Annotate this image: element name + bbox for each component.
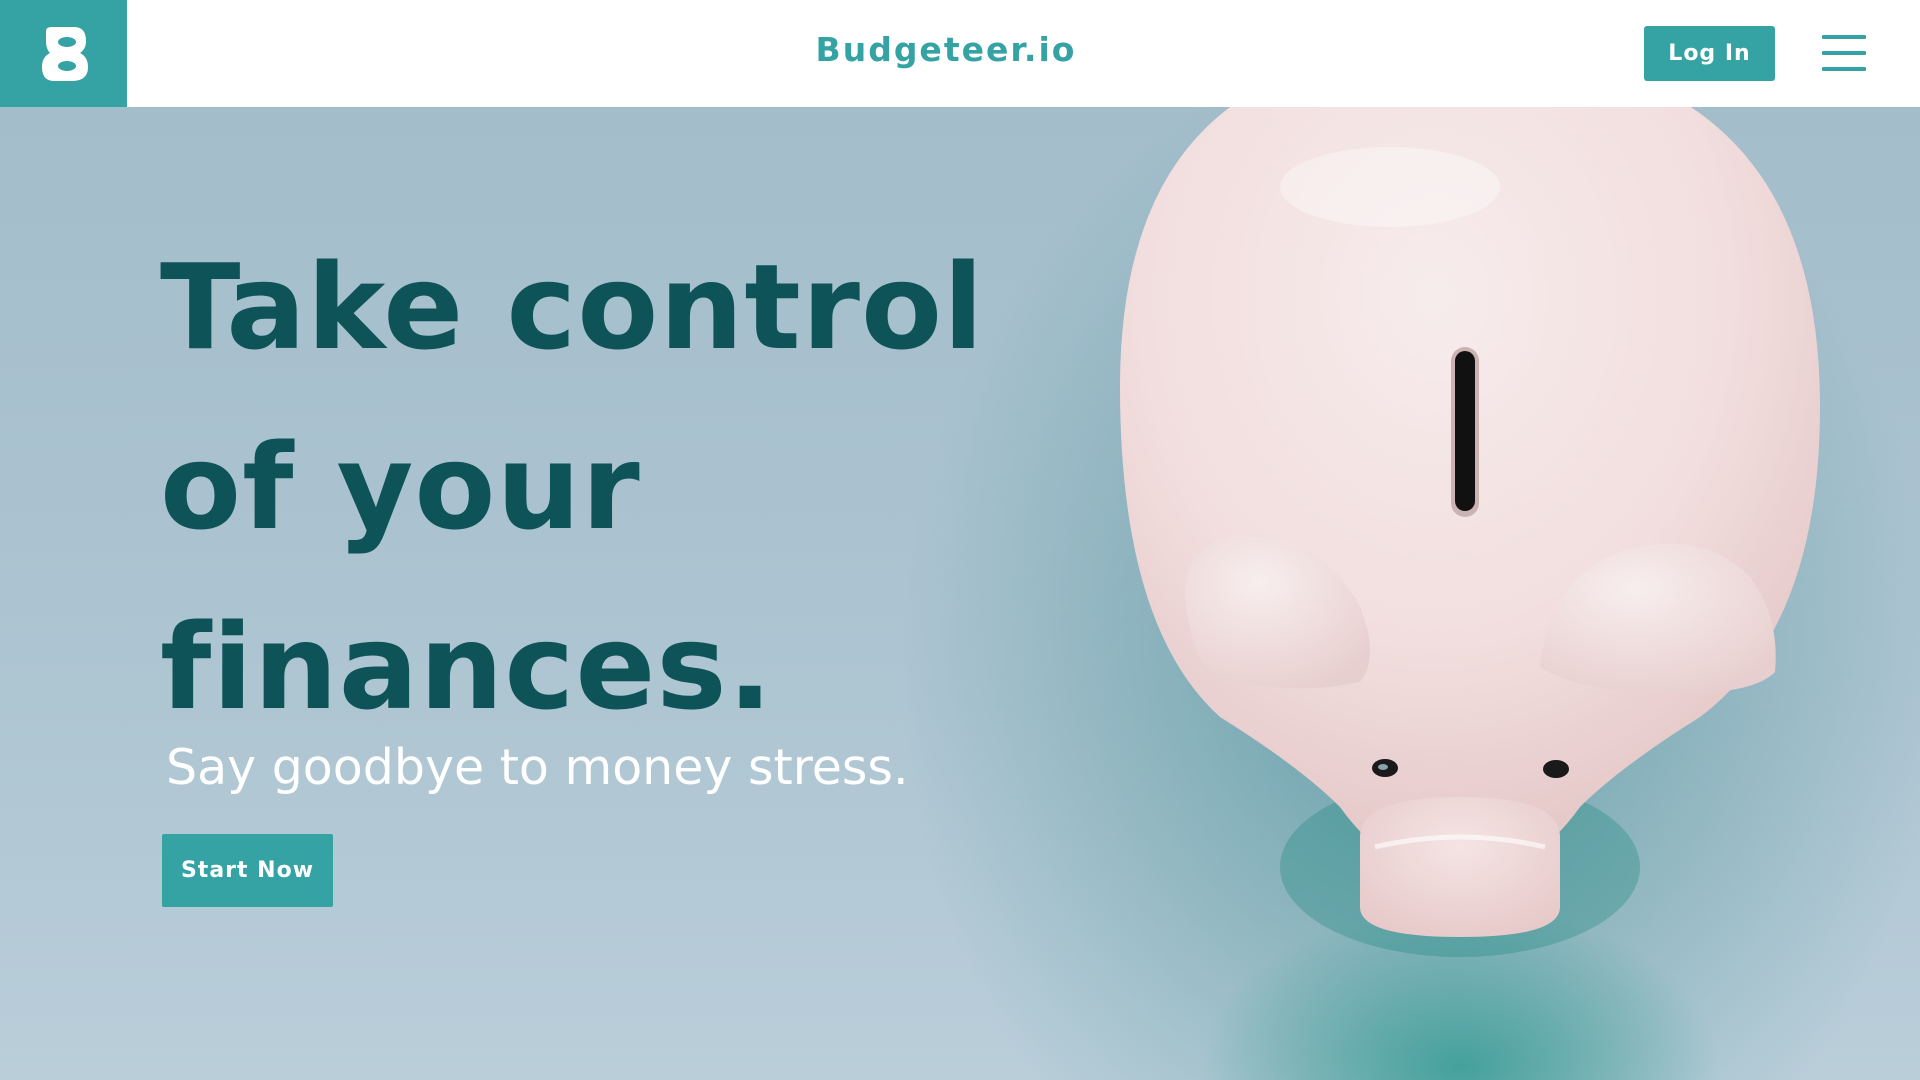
headline-line: finances. — [160, 598, 774, 736]
start-now-button[interactable]: Start Now — [162, 834, 333, 907]
hamburger-menu-icon[interactable] — [1820, 32, 1868, 74]
piggy-bank-image — [1120, 107, 1820, 957]
brand-name[interactable]: Budgeteer.io — [0, 30, 1892, 69]
hero-section: Take control of your finances. Say goodb… — [0, 107, 1920, 1080]
menu-line — [1822, 35, 1866, 39]
menu-line — [1822, 51, 1866, 55]
headline-line: Take control — [160, 238, 985, 376]
login-button[interactable]: Log In — [1644, 26, 1775, 81]
hero-headline: Take control of your finances. — [160, 217, 1060, 757]
headline-line: of your — [160, 418, 641, 556]
site-header: Budgeteer.io Log In — [0, 0, 1920, 107]
hero-subtitle: Say goodbye to money stress. — [166, 739, 909, 796]
menu-line — [1822, 67, 1866, 71]
